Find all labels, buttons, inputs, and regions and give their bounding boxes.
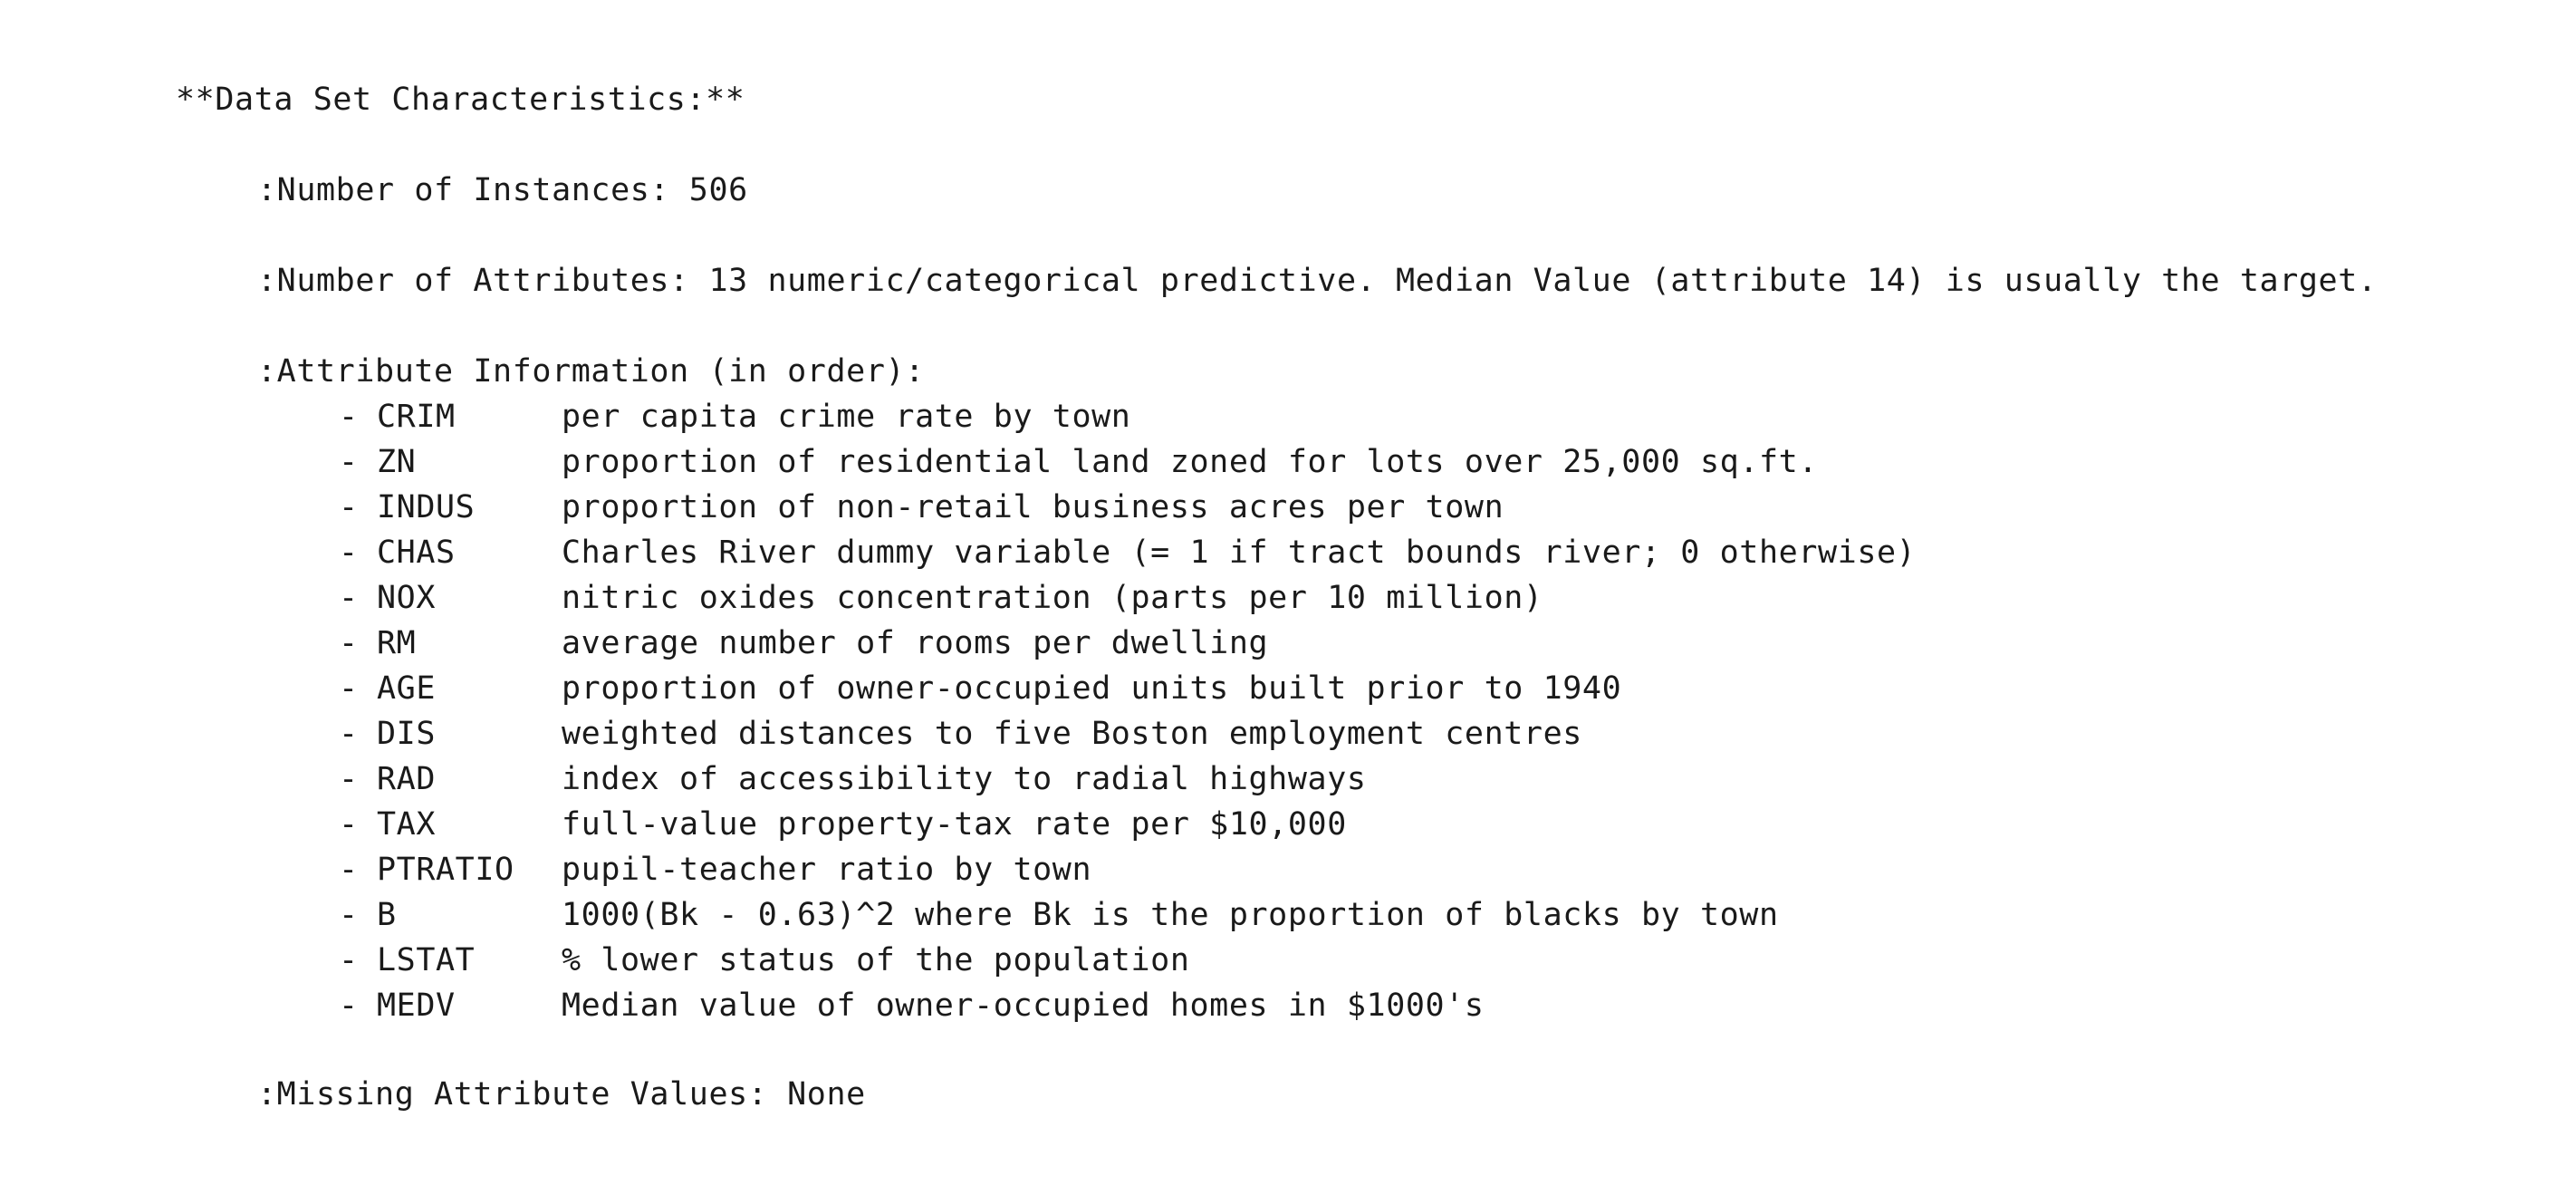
attribute-dash: -: [339, 580, 359, 616]
attribute-description: pupil-teacher ratio by town: [562, 852, 1092, 888]
attribute-row-medv: - MEDV Median value of owner-occupied ho…: [339, 986, 1484, 1031]
missing-values-line: :Missing Attribute Values: None: [257, 1076, 866, 1113]
attribute-row-rm: - RM average number of rooms per dwellin…: [339, 623, 1268, 669]
attribute-row-b: - B 1000(Bk - 0.63)^2 where Bk is the pr…: [339, 895, 1778, 940]
attribute-code: PTRATIO: [377, 852, 514, 888]
attribute-dash: -: [339, 489, 359, 525]
attribute-description: average number of rooms per dwelling: [562, 625, 1269, 661]
section-heading: **Data Set Characteristics:**: [176, 82, 745, 118]
attributes-count-line: :Number of Attributes: 13 numeric/catego…: [257, 263, 2378, 299]
attribute-description: full-value property-tax rate per $10,000: [562, 806, 1347, 843]
attribute-description: 1000(Bk - 0.63)^2 where Bk is the propor…: [562, 897, 1779, 933]
attribute-code: CRIM: [377, 399, 456, 435]
attribute-code: RM: [377, 625, 417, 661]
attribute-row-chas: - CHAS Charles River dummy variable (= 1…: [339, 533, 1916, 578]
attribute-code: CHAS: [377, 535, 456, 571]
attribute-code: DIS: [377, 716, 437, 752]
attribute-code: INDUS: [377, 489, 476, 525]
attribute-description: Median value of owner-occupied homes in …: [562, 988, 1485, 1024]
attribute-dash: -: [339, 535, 359, 571]
attribute-description: % lower status of the population: [562, 942, 1190, 978]
attribute-row-rad: - RAD index of accessibility to radial h…: [339, 759, 1366, 804]
attribute-dash: -: [339, 988, 359, 1024]
attribute-row-nox: - NOX nitric oxides concentration (parts…: [339, 578, 1543, 623]
attribute-code: LSTAT: [377, 942, 476, 978]
attribute-dash: -: [339, 444, 359, 480]
attribute-dash: -: [339, 716, 359, 752]
attribute-dash: -: [339, 852, 359, 888]
attribute-dash: -: [339, 897, 359, 933]
attribute-info-header: :Attribute Information (in order):: [257, 353, 925, 390]
attribute-dash: -: [339, 806, 359, 843]
attribute-code: TAX: [377, 806, 437, 843]
attribute-dash: -: [339, 942, 359, 978]
attribute-dash: -: [339, 399, 359, 435]
attribute-row-lstat: - LSTAT % lower status of the population: [339, 940, 1189, 986]
attribute-row-zn: - ZN proportion of residential land zone…: [339, 442, 1817, 487]
attribute-dash: -: [339, 670, 359, 707]
attribute-dash: -: [339, 761, 359, 797]
attribute-row-age: - AGE proportion of owner-occupied units…: [339, 669, 1621, 714]
attribute-code: AGE: [377, 670, 437, 707]
attribute-description: index of accessibility to radial highway…: [562, 761, 1367, 797]
attribute-description: Charles River dummy variable (= 1 if tra…: [562, 535, 1917, 571]
attribute-row-dis: - DIS weighted distances to five Boston …: [339, 714, 1581, 759]
attribute-description: proportion of owner-occupied units built…: [562, 670, 1622, 707]
attribute-description: proportion of non-retail business acres …: [562, 489, 1504, 525]
dataset-description: **Data Set Characteristics:** :Number of…: [0, 0, 2576, 1120]
attribute-description: per capita crime rate by town: [562, 399, 1131, 435]
attribute-row-tax: - TAX full-value property-tax rate per $…: [339, 804, 1346, 850]
attribute-code: NOX: [377, 580, 437, 616]
attribute-description: proportion of residential land zoned for…: [562, 444, 1818, 480]
attribute-description: weighted distances to five Boston employ…: [562, 716, 1582, 752]
attribute-row-indus: - INDUS proportion of non-retail busines…: [339, 487, 1504, 533]
attribute-code: RAD: [377, 761, 437, 797]
instances-line: :Number of Instances: 506: [257, 172, 748, 208]
attribute-code: B: [377, 897, 397, 933]
attribute-dash: -: [339, 625, 359, 661]
attribute-row-crim: - CRIM per capita crime rate by town: [339, 397, 1130, 442]
attribute-code: ZN: [377, 444, 417, 480]
attribute-code: MEDV: [377, 988, 456, 1024]
attribute-row-ptratio: - PTRATIO pupil-teacher ratio by town: [339, 850, 1091, 895]
attribute-description: nitric oxides concentration (parts per 1…: [562, 580, 1543, 616]
